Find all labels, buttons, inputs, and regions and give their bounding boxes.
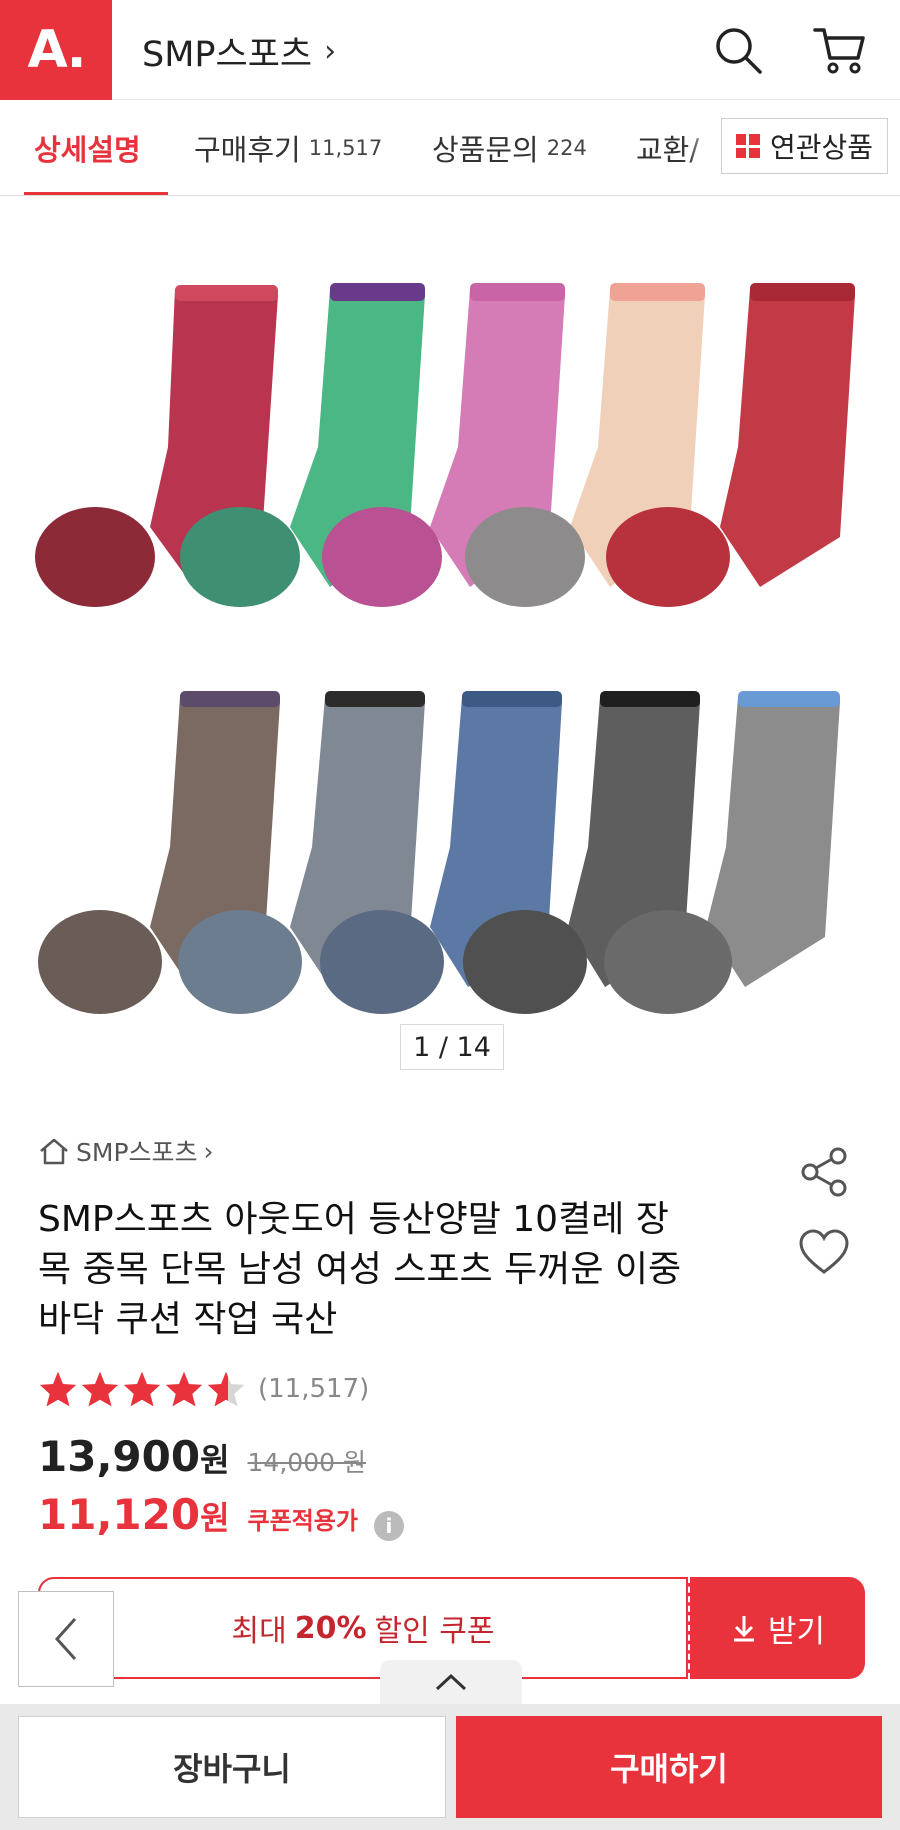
tab-description[interactable]: 상세설명 bbox=[34, 100, 141, 195]
star-icon bbox=[81, 1371, 119, 1407]
logo[interactable]: A. bbox=[0, 0, 112, 100]
buy-now-button[interactable]: 구매하기 bbox=[456, 1716, 882, 1818]
sale-price: 13,900 bbox=[38, 1432, 201, 1481]
app-header: A. SMP스포츠 › bbox=[0, 0, 900, 100]
star-icon bbox=[39, 1371, 77, 1407]
product-title: SMP스포츠 아웃도어 등산양말 10켤레 장목 중목 단목 남성 여성 스포츠… bbox=[38, 1199, 682, 1340]
coupon-applied-label: 쿠폰적용가 bbox=[247, 1507, 358, 1535]
half-star-icon bbox=[207, 1371, 245, 1407]
star-icon bbox=[165, 1371, 203, 1407]
tab-label: 상품문의 bbox=[432, 133, 539, 167]
tab-label: 교환/ bbox=[636, 133, 700, 167]
chevron-left-icon bbox=[54, 1617, 77, 1661]
coupon-get-label: 받기 bbox=[767, 1613, 826, 1650]
store-name: SMP스포츠 bbox=[142, 35, 313, 75]
tab-label: 상세설명 bbox=[34, 133, 141, 167]
price-row: 13,900원 14,000 원 bbox=[38, 1432, 366, 1481]
coupon-suffix: 할인 쿠폰 bbox=[374, 1614, 495, 1649]
info-icon[interactable]: i bbox=[373, 1511, 404, 1541]
coupon-percent: 20% bbox=[294, 1610, 367, 1646]
coupon-price-unit: 원 bbox=[200, 1499, 230, 1537]
cart-icon[interactable] bbox=[808, 18, 872, 82]
tab-count: 11,517 bbox=[308, 136, 383, 160]
brand-link[interactable]: SMP스포츠 › bbox=[38, 1133, 214, 1169]
related-products-button[interactable]: 연관상품 bbox=[720, 118, 888, 174]
download-icon bbox=[733, 1616, 754, 1642]
search-icon[interactable] bbox=[706, 18, 770, 82]
original-price: 14,000 원 bbox=[247, 1448, 366, 1477]
coupon-prefix: 최대 bbox=[231, 1614, 287, 1649]
chevron-right-icon: › bbox=[324, 34, 337, 69]
coupon-price-row: 11,120원 쿠폰적용가 i bbox=[38, 1490, 404, 1541]
review-count: (11,517) bbox=[258, 1374, 370, 1404]
add-to-cart-button[interactable]: 장바구니 bbox=[18, 1716, 446, 1818]
bottom-action-bar: 장바구니 구매하기 bbox=[0, 1704, 900, 1830]
tab-count: 224 bbox=[546, 136, 587, 160]
grid-icon bbox=[735, 134, 760, 158]
share-icon[interactable] bbox=[798, 1146, 850, 1202]
star-icon bbox=[123, 1371, 161, 1407]
home-icon bbox=[40, 1138, 68, 1165]
price-unit: 원 bbox=[200, 1441, 230, 1479]
detail-tabs: 상세설명 구매후기 11,517 상품문의 224 교환/ 연관상품 bbox=[0, 100, 900, 196]
store-name-link[interactable]: SMP스포츠 › bbox=[142, 26, 336, 77]
chevron-right-icon: › bbox=[203, 1136, 214, 1166]
heart-icon[interactable] bbox=[798, 1228, 850, 1280]
coupon-price: 11,120 bbox=[38, 1490, 201, 1539]
related-products-label: 연관상품 bbox=[769, 131, 873, 164]
active-tab-indicator bbox=[24, 192, 168, 195]
tab-exchange[interactable]: 교환/ bbox=[636, 100, 700, 195]
coupon-download-button[interactable]: 받기 bbox=[688, 1577, 865, 1679]
rating[interactable]: (11,517) bbox=[38, 1370, 369, 1408]
tab-questions[interactable]: 상품문의 224 bbox=[432, 100, 587, 195]
product-image[interactable] bbox=[0, 197, 900, 1097]
coupon-banner[interactable]: 최대 20% 할인 쿠폰 bbox=[38, 1577, 688, 1679]
tab-label: 구매후기 bbox=[194, 133, 301, 167]
chevron-up-icon bbox=[435, 1673, 467, 1691]
brand-name: SMP스포츠 bbox=[76, 1138, 198, 1167]
image-page-indicator: 1 / 14 bbox=[400, 1024, 504, 1070]
tab-reviews[interactable]: 구매후기 11,517 bbox=[194, 100, 383, 195]
back-button[interactable] bbox=[18, 1591, 114, 1687]
star-rating bbox=[38, 1370, 246, 1408]
expand-toggle[interactable] bbox=[380, 1660, 522, 1704]
